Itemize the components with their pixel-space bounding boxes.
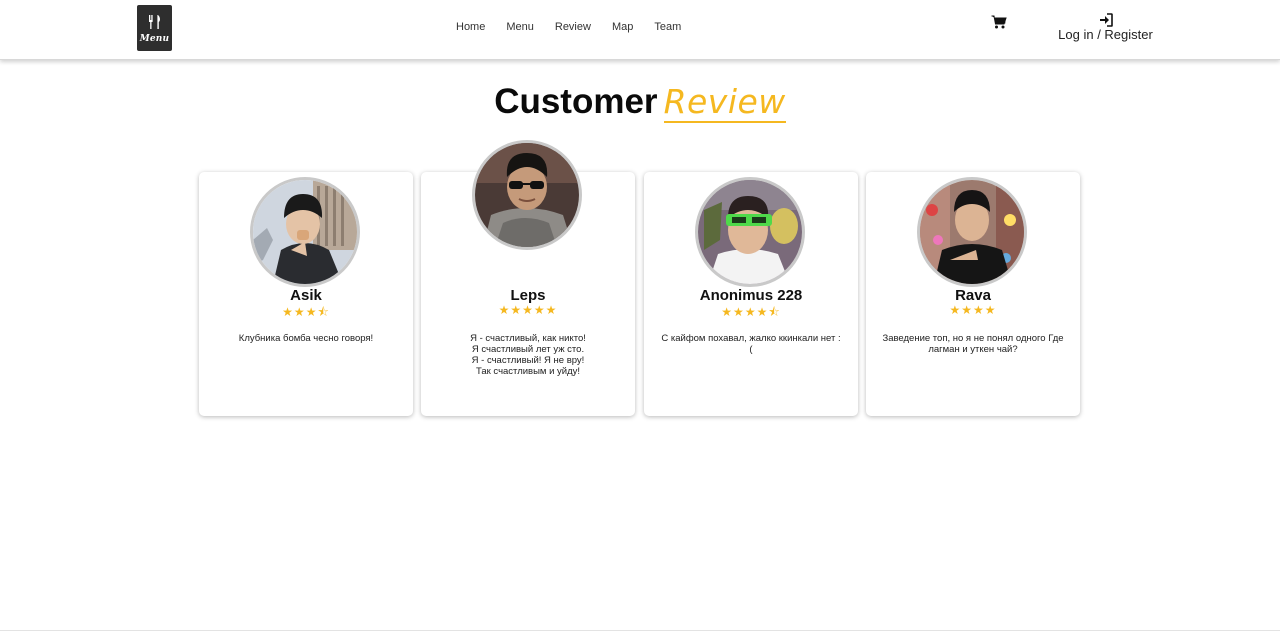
star-rating: ★★★★★: [498, 303, 558, 317]
star-rating: ★★★★: [949, 303, 997, 317]
menu-logo[interactable]: Menu: [137, 5, 172, 51]
review-text: Заведение топ, но я не понял одного Где …: [882, 333, 1064, 355]
review-text: Я - счастливый, как никто! Я счастливый …: [470, 333, 586, 377]
reviewer-name: Anonimus 228: [699, 287, 803, 304]
avatar-photo: [698, 180, 802, 284]
avatar-photo: [253, 180, 357, 284]
page-title: Customer Review: [0, 82, 1280, 123]
reviewer-name: Asik: [290, 287, 322, 304]
star-rating: ★★★★⯪: [721, 305, 781, 319]
top-navbar: Menu Home Menu Review Map Team Log in / …: [0, 0, 1280, 60]
star-rating: ★★★⯪: [282, 305, 330, 319]
avatar: [695, 177, 805, 287]
review-text: Клубника бомба чесно говоря!: [238, 333, 374, 344]
review-card: Anonimus 228 ★★★★⯪ С кайфом похавал, жал…: [644, 172, 858, 416]
sign-in-icon: [1099, 13, 1113, 27]
nav-home[interactable]: Home: [456, 21, 485, 33]
login-register-button[interactable]: Log in / Register: [1058, 13, 1153, 42]
logo-text: Menu: [139, 34, 170, 44]
nav-menu[interactable]: Menu: [506, 21, 534, 33]
cart-icon[interactable]: [991, 14, 1007, 30]
avatar-photo: [475, 143, 579, 247]
avatar: [472, 140, 582, 250]
review-cards: Asik ★★★⯪ Клубника бомба чесно говоря! L…: [198, 140, 1082, 417]
login-label: Log in / Register: [1058, 27, 1153, 42]
review-card: Leps ★★★★★ Я - счастливый, как никто! Я …: [421, 140, 635, 416]
nav-map[interactable]: Map: [612, 21, 633, 33]
avatar: [250, 177, 360, 287]
fork-knife-icon: [149, 15, 160, 29]
review-text: С кайфом похавал, жалко ккинкали нет : (: [661, 333, 841, 355]
review-card: Rava ★★★★ Заведение топ, но я не понял о…: [866, 172, 1080, 416]
reviewer-name: Rava: [955, 287, 991, 304]
reviewer-name: Leps: [510, 287, 546, 304]
nav-review[interactable]: Review: [555, 21, 591, 33]
nav-team[interactable]: Team: [654, 21, 681, 33]
main-nav: Home Menu Review Map Team: [456, 21, 702, 33]
footer-divider: [0, 630, 1280, 631]
title-accent: Review: [663, 82, 786, 123]
avatar: [917, 177, 1027, 287]
review-card: Asik ★★★⯪ Клубника бомба чесно говоря!: [199, 172, 413, 416]
title-main: Customer: [494, 82, 658, 121]
avatar-photo: [920, 180, 1024, 284]
